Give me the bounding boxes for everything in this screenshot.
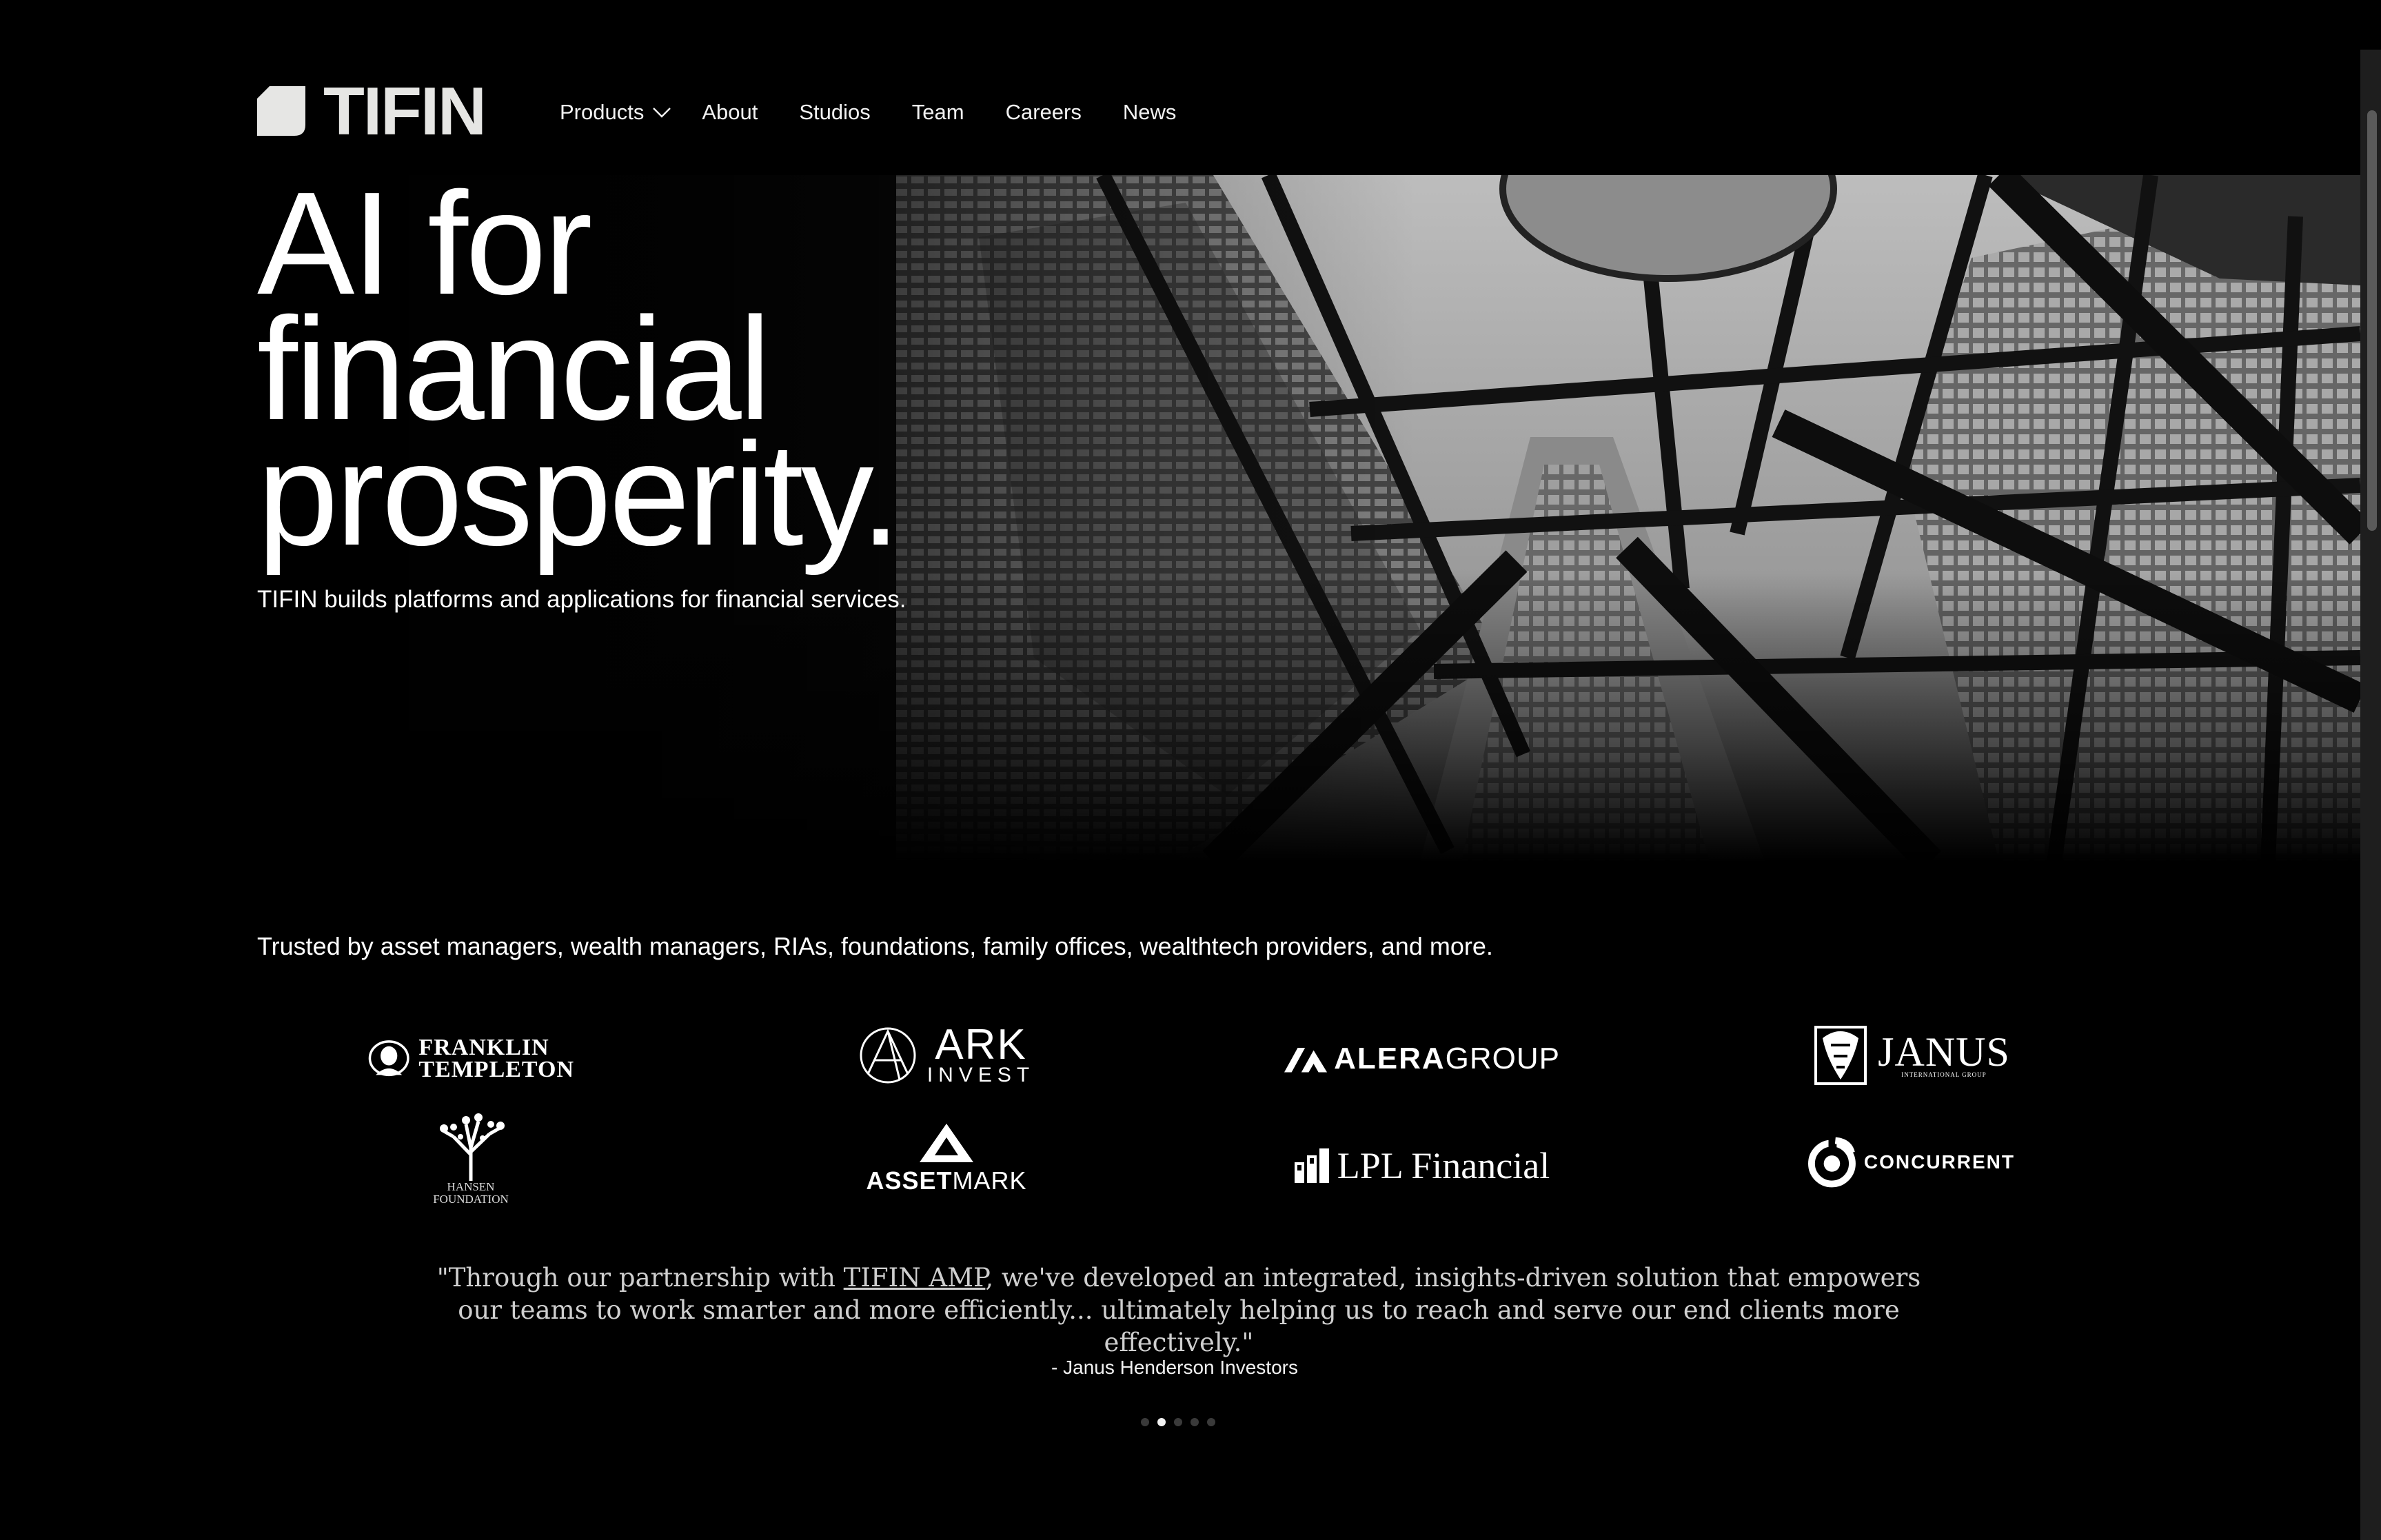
- hansen-tree-icon: [440, 1113, 505, 1181]
- client-logo-grid: FRANKLIN TEMPLETON ARK INVEST ALERA GROU…: [257, 1004, 2118, 1217]
- site-header: TIFIN Products About Studios Team Career…: [0, 0, 2360, 175]
- lpl-financial-logo: LPL Financial: [1284, 1135, 1560, 1197]
- ark-word: ARK: [935, 1021, 1027, 1068]
- carousel-dot-3[interactable]: [1174, 1418, 1182, 1426]
- nav-team[interactable]: Team: [912, 100, 964, 125]
- nav-news[interactable]: News: [1123, 100, 1177, 125]
- lpl-word: LPL Financial: [1337, 1145, 1550, 1186]
- carousel-dot-1[interactable]: [1141, 1418, 1149, 1426]
- assetmark-logo: ASSETMARK: [857, 1121, 1036, 1197]
- carousel-dots: [1141, 1418, 1215, 1426]
- hero-section: AI for financial prosperity. TIFIN build…: [0, 175, 2360, 862]
- main-nav: Products About Studios Team Careers News: [560, 97, 1217, 128]
- concurrent-ring-icon: [1808, 1136, 1856, 1188]
- testimonial-quote: "Through our partnership with TIFIN AMP,…: [427, 1262, 1930, 1359]
- hansen-foundation-logo: HANSEN FOUNDATION: [402, 1107, 540, 1210]
- assetmark-word-2: MARK: [952, 1166, 1027, 1195]
- lpl-mark-icon: [1294, 1148, 1329, 1183]
- franklin-line-1: FRANKLIN: [418, 1035, 549, 1060]
- hansen-line-1: HANSEN: [447, 1180, 495, 1193]
- tifin-amp-link[interactable]: TIFIN AMP: [844, 1263, 986, 1293]
- hero-bottom-fade: [0, 572, 2360, 862]
- hansen-line-2: FOUNDATION: [433, 1193, 509, 1206]
- carousel-dot-2[interactable]: [1157, 1418, 1166, 1426]
- trusted-by-text: Trusted by asset managers, wealth manage…: [257, 932, 1493, 960]
- tifin-logo-mark-icon: [257, 86, 305, 136]
- carousel-dot-5[interactable]: [1207, 1418, 1215, 1426]
- ark-circle-icon: [860, 1027, 916, 1084]
- concurrent-logo: CONCURRENT: [1808, 1128, 2015, 1197]
- nav-about[interactable]: About: [702, 100, 758, 125]
- nav-products[interactable]: Products: [560, 100, 671, 125]
- hero-subtitle: TIFIN builds platforms and applications …: [257, 586, 906, 613]
- franklin-portrait-icon: [368, 1040, 409, 1077]
- nav-careers[interactable]: Careers: [1006, 100, 1082, 125]
- scrollbar-thumb[interactable]: [2367, 110, 2377, 531]
- alera-word: ALERA: [1334, 1042, 1446, 1075]
- quote-start: "Through our partnership with: [436, 1263, 844, 1293]
- janus-word: JANUS: [1878, 1029, 2010, 1075]
- carousel-dot-4[interactable]: [1190, 1418, 1199, 1426]
- franklin-templeton-logo: FRANKLIN TEMPLETON: [367, 1024, 574, 1093]
- brand-name: TIFIN: [323, 73, 487, 149]
- assetmark-triangle-icon: [920, 1124, 973, 1162]
- janus-emblem-icon: [1814, 1026, 1867, 1085]
- concurrent-word: CONCURRENT: [1863, 1151, 2015, 1173]
- ark-invest-logo: ARK INVEST: [857, 1017, 1036, 1093]
- chevron-down-icon: [653, 108, 671, 118]
- testimonial-attribution: - Janus Henderson Investors: [1051, 1357, 1298, 1378]
- janus-logo: JANUS INTERNATIONAL GROUP: [1808, 1017, 2015, 1093]
- franklin-line-2: TEMPLETON: [418, 1057, 574, 1082]
- alera-mark-icon: [1284, 1048, 1328, 1073]
- tifin-logo[interactable]: TIFIN: [257, 77, 487, 145]
- assetmark-word-1: ASSET: [866, 1166, 953, 1195]
- nav-products-label: Products: [560, 100, 645, 124]
- ark-invest-word: INVEST: [926, 1064, 1035, 1086]
- nav-studios[interactable]: Studios: [799, 100, 870, 125]
- headline-line-3: prosperity.: [257, 412, 901, 576]
- alera-group-word: GROUP: [1445, 1042, 1560, 1075]
- alera-group-logo: ALERA GROUP: [1284, 1031, 1560, 1086]
- hero-headline: AI for financial prosperity.: [257, 175, 1084, 576]
